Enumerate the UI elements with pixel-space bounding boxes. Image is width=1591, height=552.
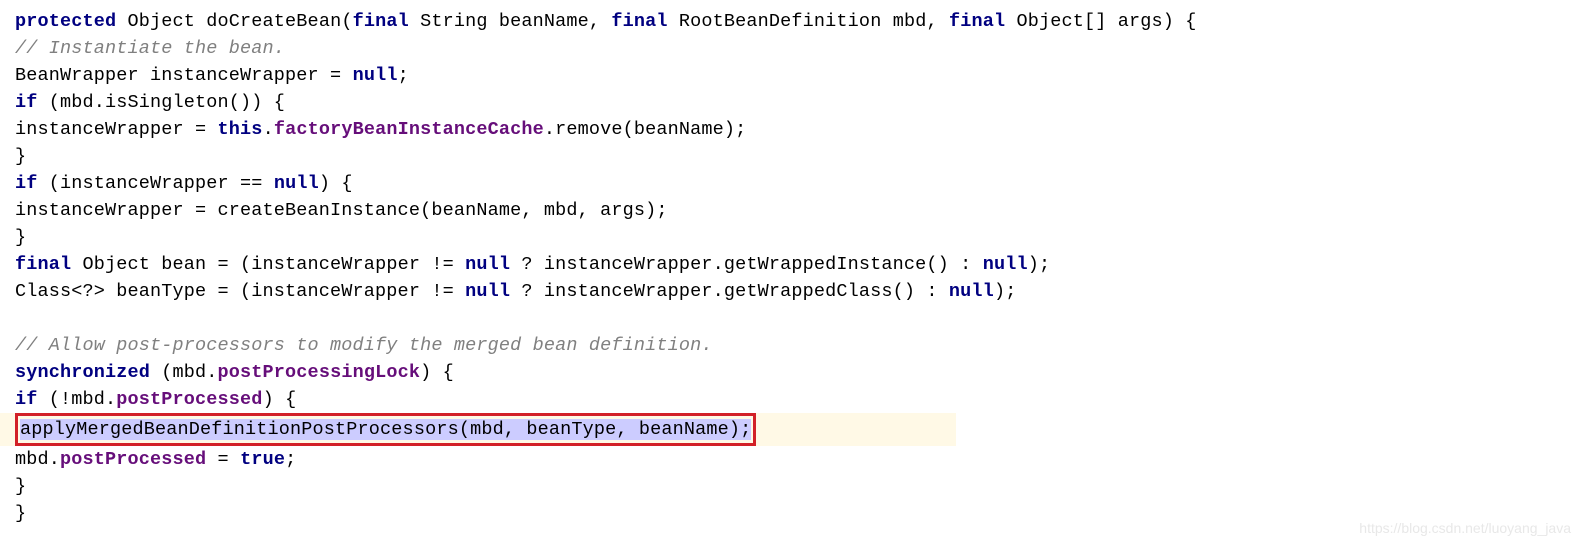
code: RootBeanDefinition mbd,	[668, 11, 949, 32]
selection: applyMergedBeanDefinitionPostProcessors(…	[20, 419, 751, 440]
code: (mbd.	[150, 362, 218, 383]
kw-true: true	[240, 449, 285, 470]
code: Class<?> beanType = (instanceWrapper !=	[15, 281, 465, 302]
brace: }	[15, 227, 26, 248]
code: instanceWrapper =	[15, 119, 218, 140]
code: (!mbd.	[38, 389, 117, 410]
kw-final: final	[353, 11, 409, 32]
code: =	[206, 449, 240, 470]
code-line: if (!mbd.postProcessed) {	[15, 386, 1576, 413]
kw-null: null	[949, 281, 994, 302]
comment: // Allow post-processors to modify the m…	[15, 335, 713, 356]
code: BeanWrapper instanceWrapper =	[15, 65, 353, 86]
code-line: protected Object doCreateBean(final Stri…	[15, 8, 1576, 35]
code-line: Class<?> beanType = (instanceWrapper != …	[15, 278, 1576, 305]
kw-protected: protected	[15, 11, 116, 32]
code-line: if (instanceWrapper == null) {	[15, 170, 1576, 197]
code-line: }	[15, 224, 1576, 251]
kw-if: if	[15, 173, 38, 194]
member-field: postProcessingLock	[218, 362, 421, 383]
kw-null: null	[274, 173, 319, 194]
code-block: protected Object doCreateBean(final Stri…	[15, 8, 1576, 527]
code: String beanName,	[409, 11, 612, 32]
code-line: instanceWrapper = this.factoryBeanInstan…	[15, 116, 1576, 143]
code-line: BeanWrapper instanceWrapper = null;	[15, 62, 1576, 89]
code: Object[] args) {	[1005, 11, 1196, 32]
code: (mbd.isSingleton()) {	[38, 92, 286, 113]
kw-null: null	[465, 254, 510, 275]
code: Object doCreateBean(	[116, 11, 352, 32]
kw-synchronized: synchronized	[15, 362, 150, 383]
code: .remove(beanName);	[544, 119, 747, 140]
code: ? instanceWrapper.getWrappedClass() :	[510, 281, 949, 302]
member-field: postProcessed	[116, 389, 262, 410]
kw-final: final	[611, 11, 667, 32]
code: ;	[285, 449, 296, 470]
brace: }	[15, 476, 26, 497]
code-line: synchronized (mbd.postProcessingLock) {	[15, 359, 1576, 386]
code-line: }	[15, 143, 1576, 170]
kw-null: null	[353, 65, 398, 86]
code-line: // Instantiate the bean.	[15, 35, 1576, 62]
brace: }	[15, 503, 26, 524]
kw-if: if	[15, 389, 38, 410]
red-box-annotation: applyMergedBeanDefinitionPostProcessors(…	[15, 413, 756, 446]
code-line: }	[15, 473, 1576, 500]
code: );	[994, 281, 1017, 302]
kw-final: final	[949, 11, 1005, 32]
code-line: instanceWrapper = createBeanInstance(bea…	[15, 197, 1576, 224]
comment: // Instantiate the bean.	[15, 38, 285, 59]
kw-final: final	[15, 254, 71, 275]
code: ) {	[263, 389, 297, 410]
blank-line	[15, 305, 1576, 332]
code: ? instanceWrapper.getWrappedInstance() :	[510, 254, 983, 275]
code: .	[263, 119, 274, 140]
code: Object bean = (instanceWrapper !=	[71, 254, 465, 275]
code: );	[1028, 254, 1051, 275]
member-field: postProcessed	[60, 449, 206, 470]
kw-null: null	[465, 281, 510, 302]
code-line: final Object bean = (instanceWrapper != …	[15, 251, 1576, 278]
code: ;	[398, 65, 409, 86]
code: (instanceWrapper ==	[38, 173, 274, 194]
kw-this: this	[218, 119, 263, 140]
kw-if: if	[15, 92, 38, 113]
watermark: https://blog.csdn.net/luoyang_java	[1359, 515, 1571, 542]
code: instanceWrapper = createBeanInstance(bea…	[15, 200, 668, 221]
code: ) {	[319, 173, 353, 194]
highlighted-line: applyMergedBeanDefinitionPostProcessors(…	[15, 413, 1576, 446]
code: mbd.	[15, 449, 60, 470]
code-line: if (mbd.isSingleton()) {	[15, 89, 1576, 116]
brace: }	[15, 146, 26, 167]
kw-null: null	[983, 254, 1028, 275]
code: ) {	[420, 362, 454, 383]
member-field: factoryBeanInstanceCache	[274, 119, 544, 140]
code-line: mbd.postProcessed = true;	[15, 446, 1576, 473]
code-line: }	[15, 500, 1576, 527]
code-line: // Allow post-processors to modify the m…	[15, 332, 1576, 359]
